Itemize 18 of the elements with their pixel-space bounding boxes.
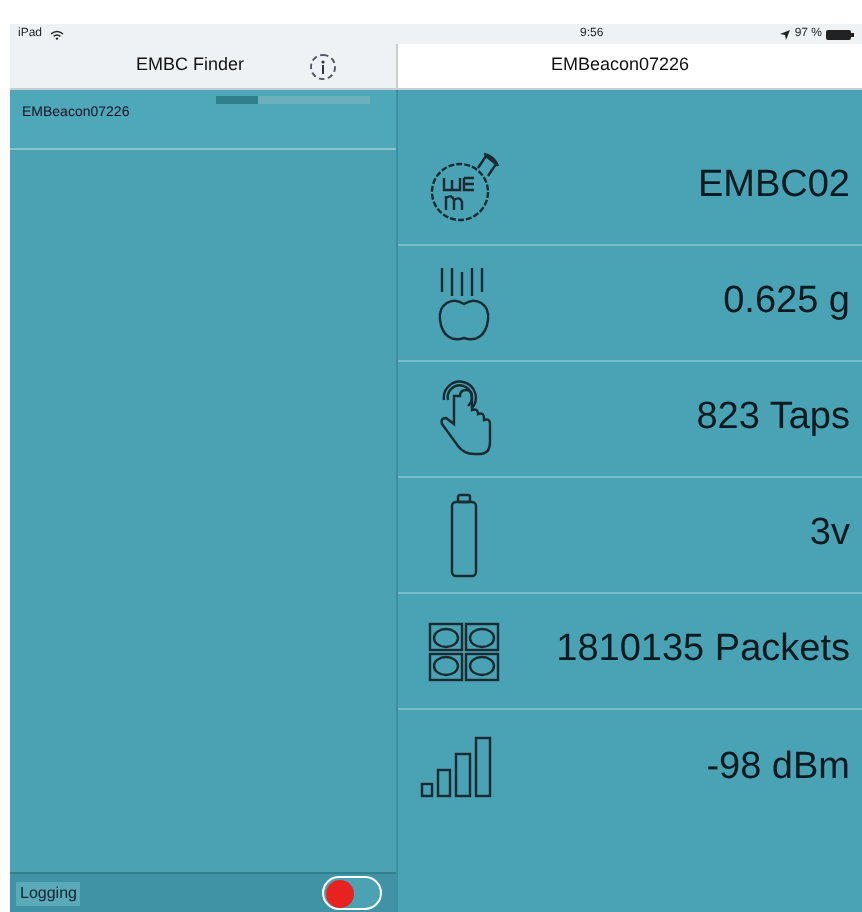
info-icon (320, 60, 326, 74)
reading-value: EMBC02 (697, 162, 850, 211)
reading-value: 1810135 Packets (556, 626, 850, 675)
packets-icon (428, 621, 500, 681)
logging-toggle[interactable] (322, 876, 382, 910)
reading-value: 3v (809, 510, 850, 559)
logging-label: Logging (16, 881, 81, 905)
wifi-icon (50, 29, 65, 39)
info-button[interactable] (310, 54, 336, 80)
battery-icon (826, 29, 854, 39)
nav-title: EMBeacon07226 (550, 52, 690, 79)
location-icon (780, 29, 791, 39)
reading-value: 823 Taps (696, 394, 850, 443)
apple-falling-icon (434, 263, 494, 343)
battery-cell-icon (448, 491, 480, 579)
nav-title: EMBC Finder (136, 52, 245, 79)
reading-value: 0.625 g (723, 278, 850, 327)
reading-value: -98 dBm (706, 743, 850, 792)
